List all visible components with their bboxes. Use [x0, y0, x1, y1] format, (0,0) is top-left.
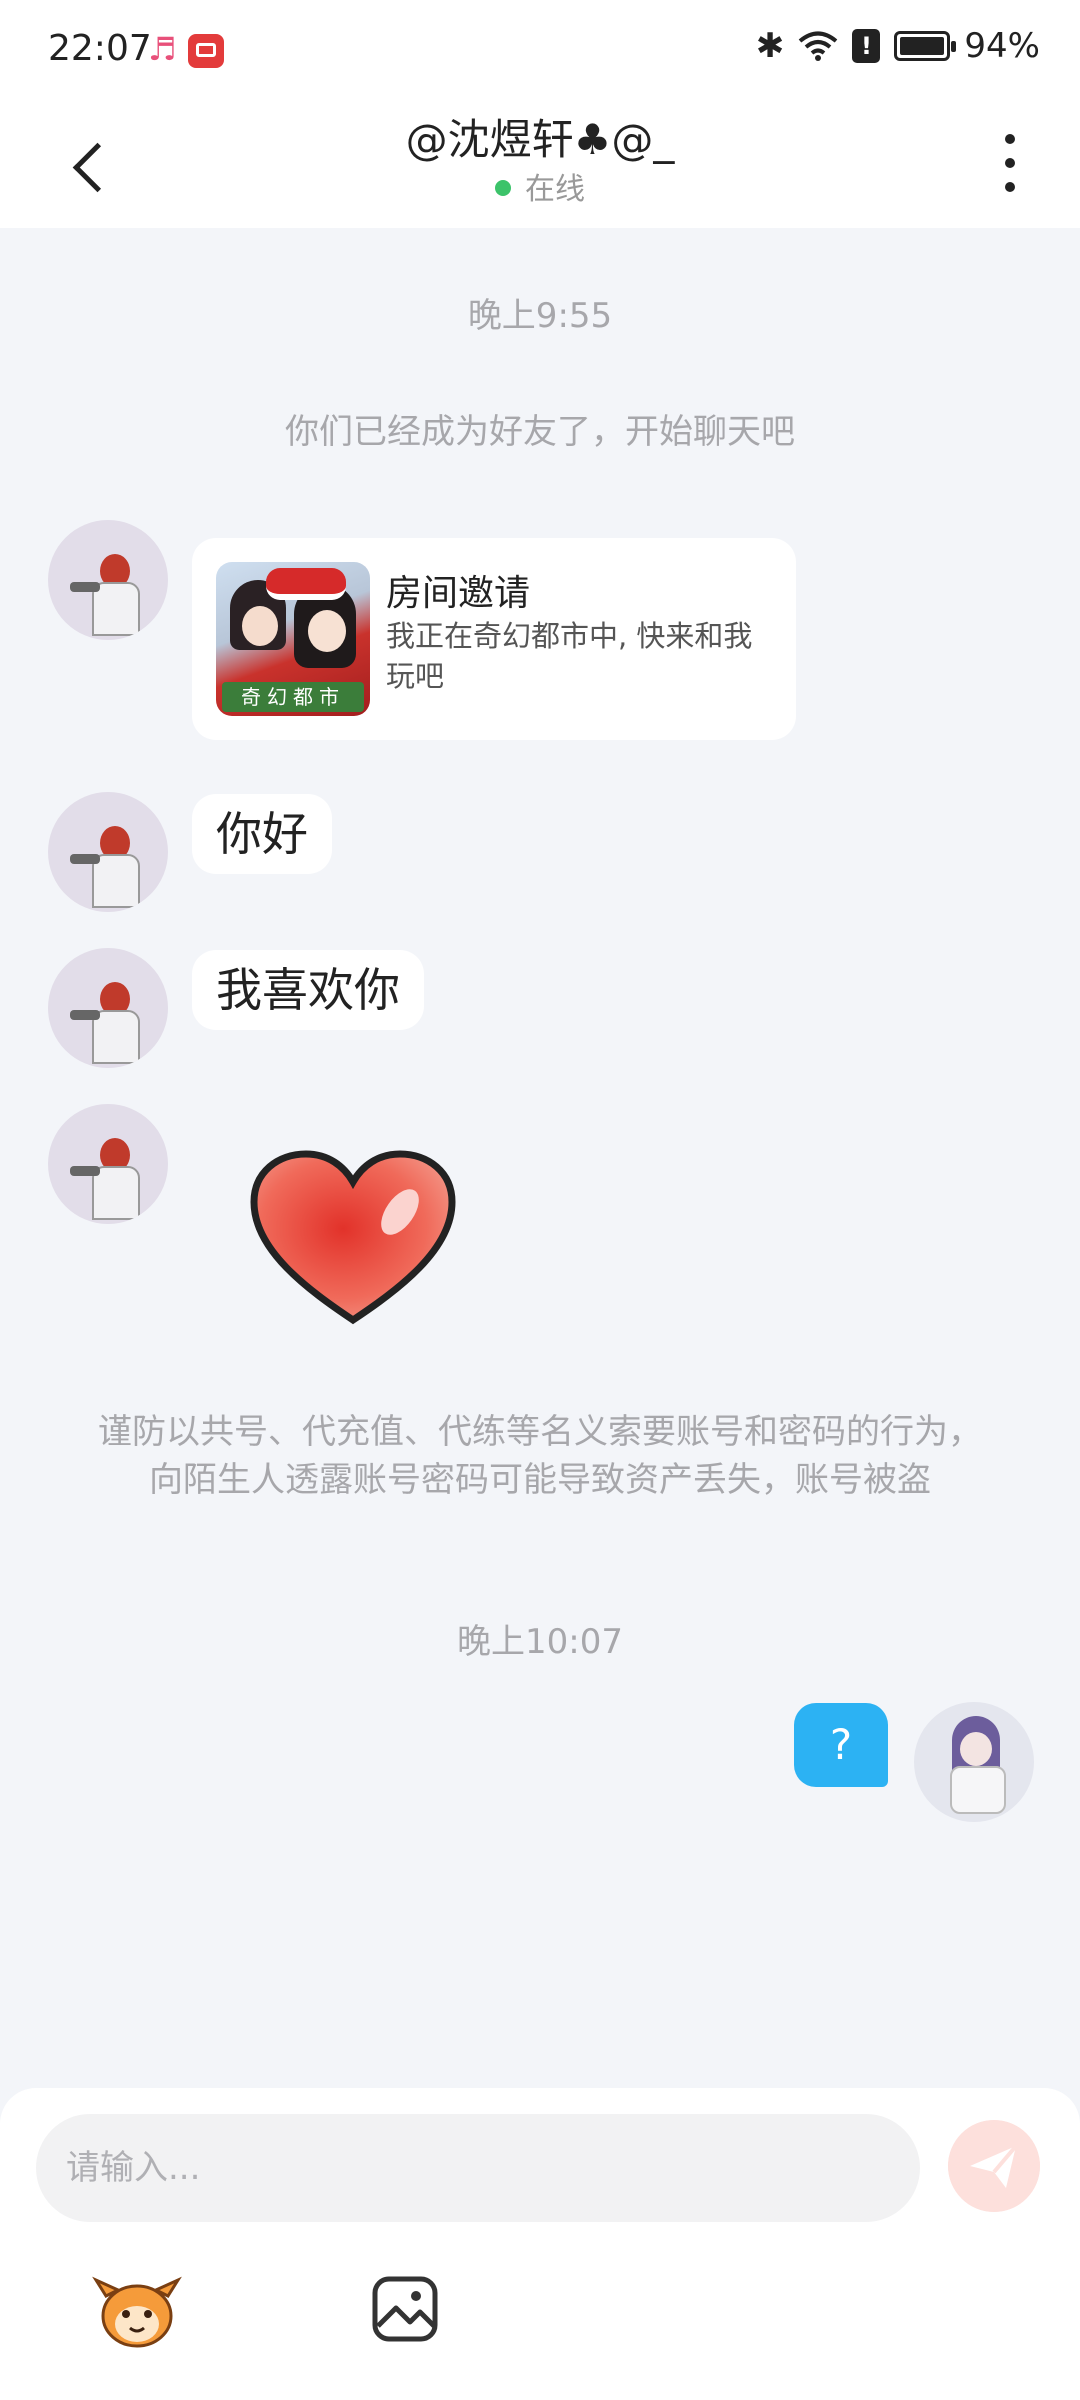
music-icon: ♬: [148, 30, 177, 68]
bluetooth-icon: ✱: [755, 26, 785, 66]
chat-screen: 22:07 ♬ ✱ ! 94% @沈煜轩♣@_ 在线 晚上9:55 你们已经成为…: [0, 0, 1080, 2400]
emoji-sticker-button[interactable]: [92, 2270, 182, 2350]
online-dot-icon: [495, 179, 511, 196]
contact-avatar[interactable]: [48, 520, 168, 640]
wifi-icon: [799, 31, 838, 61]
message-bubble[interactable]: 你好: [192, 794, 332, 874]
online-status-label: 在线: [525, 172, 585, 207]
timestamp: 晚上10:07: [457, 1622, 623, 1662]
security-warning: 谨防以共号、代充值、代练等名义索要账号和密码的行为， 向陌生人透露账号密码可能导…: [60, 1408, 1020, 1504]
my-avatar[interactable]: [914, 1702, 1034, 1822]
invite-title: 房间邀请: [386, 573, 531, 614]
room-invite-card[interactable]: 奇幻都市 房间邀请 我正在奇幻都市中, 快来和我玩吧: [192, 538, 796, 740]
timestamp: 晚上9:55: [467, 296, 613, 336]
warning-line: 向陌生人透露账号密码可能导致资产丢失，账号被盗: [149, 1460, 931, 1500]
app-notification-icon: [188, 34, 224, 68]
chat-header: @沈煜轩♣@_ 在线: [0, 100, 1080, 228]
alert-icon: !: [852, 29, 881, 63]
message-bubble[interactable]: 我喜欢你: [192, 950, 424, 1030]
contact-avatar[interactable]: [48, 1104, 168, 1224]
more-dot-icon: [1005, 134, 1015, 144]
status-bar: 22:07 ♬ ✱ ! 94%: [0, 0, 1080, 100]
game-thumbnail: 奇幻都市: [216, 562, 370, 716]
system-notice: 你们已经成为好友了，开始聊天吧: [285, 412, 795, 452]
message-composer: [0, 2088, 1080, 2400]
more-options-button[interactable]: [990, 128, 1030, 198]
send-button[interactable]: [948, 2120, 1040, 2212]
contact-avatar[interactable]: [48, 792, 168, 912]
battery-icon: [894, 31, 957, 61]
more-dot-icon: [1005, 182, 1015, 192]
contact-name: @沈煜轩♣@_: [405, 115, 675, 164]
status-right-group: ✱ ! 94%: [756, 26, 1040, 66]
image-picker-button[interactable]: [370, 2274, 440, 2344]
my-message-bubble[interactable]: ?: [794, 1703, 888, 1787]
warning-line: 谨防以共号、代充值、代练等名义索要账号和密码的行为，: [98, 1412, 982, 1452]
battery-percent: 94%: [964, 26, 1040, 66]
contact-avatar[interactable]: [48, 948, 168, 1068]
status-time: 22:07: [48, 28, 152, 69]
invite-description: 我正在奇幻都市中, 快来和我玩吧: [386, 619, 753, 693]
more-dot-icon: [1005, 158, 1015, 168]
game-thumbnail-label: 奇幻都市: [222, 682, 364, 712]
message-input[interactable]: [36, 2114, 920, 2222]
online-status: 在线: [0, 164, 1080, 208]
heart-sticker[interactable]: [248, 1150, 458, 1330]
